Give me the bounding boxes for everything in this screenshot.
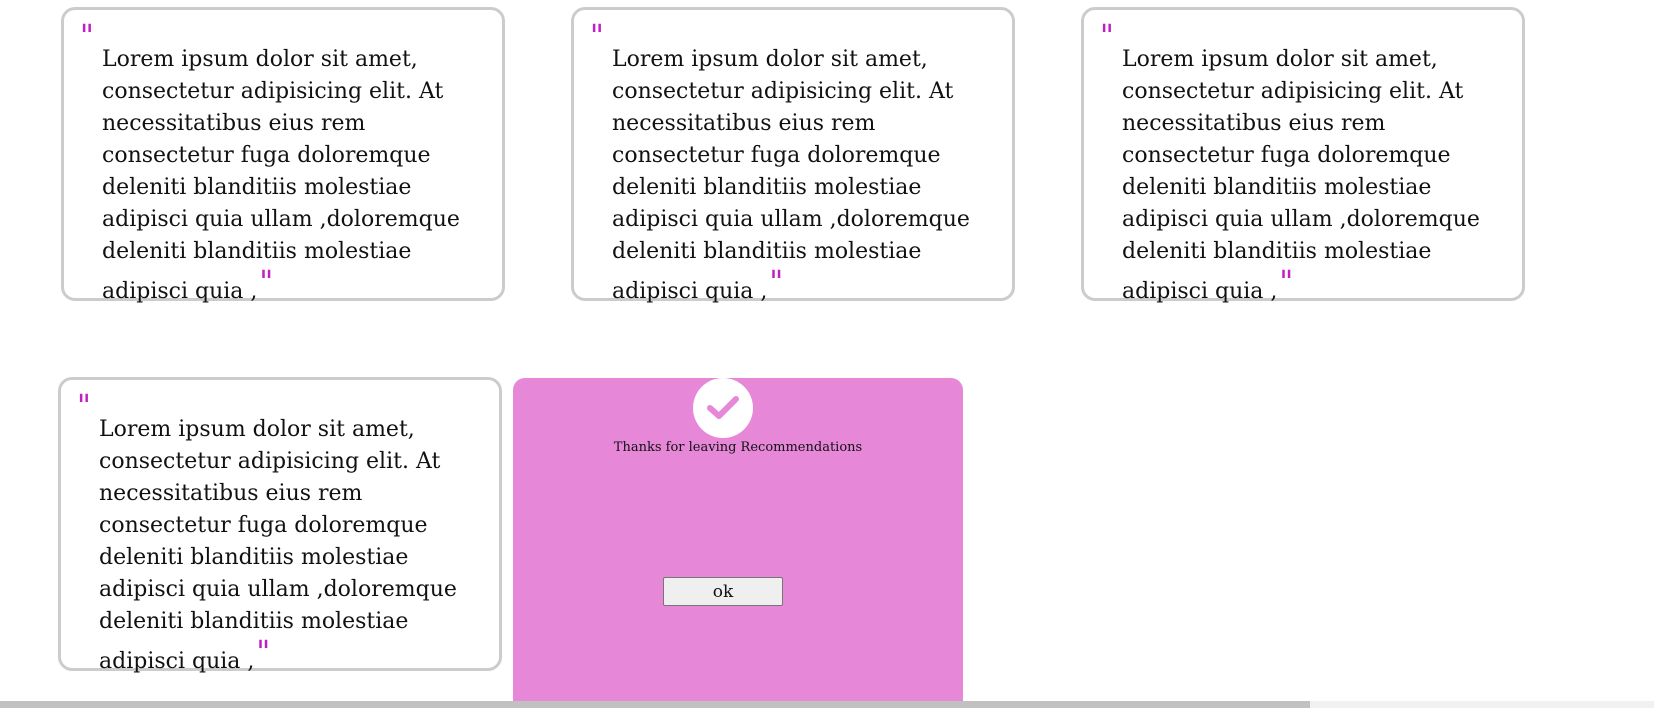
recommendation-card: " Lorem ipsum dolor sit amet, consectetu…: [58, 377, 502, 674]
recommendation-body: Lorem ipsum dolor sit amet, consectetur …: [99, 417, 457, 674]
scrollbar-thumb[interactable]: [0, 701, 1310, 708]
open-quote-icon: ": [590, 19, 604, 54]
open-quote-icon: ": [1100, 19, 1114, 54]
recommendation-body: Lorem ipsum dolor sit amet, consectetur …: [612, 47, 970, 304]
page: " Lorem ipsum dolor sit amet, consectetu…: [0, 0, 1654, 708]
recommendation-text: Lorem ipsum dolor sit amet, consectetur …: [102, 44, 498, 308]
check-icon: [693, 378, 753, 438]
horizontal-scrollbar[interactable]: [0, 701, 1654, 708]
open-quote-icon: ": [77, 389, 91, 424]
recommendation-card: " Lorem ipsum dolor sit amet, consectetu…: [61, 7, 505, 304]
recommendation-text: Lorem ipsum dolor sit amet, consectetur …: [1122, 44, 1518, 308]
close-quote-icon: ": [1279, 265, 1294, 300]
recommendation-body: Lorem ipsum dolor sit amet, consectetur …: [102, 47, 460, 304]
recommendation-text: Lorem ipsum dolor sit amet, consectetur …: [99, 414, 495, 678]
recommendation-card: " Lorem ipsum dolor sit amet, consectetu…: [1081, 7, 1525, 304]
recommendation-body: Lorem ipsum dolor sit amet, consectetur …: [1122, 47, 1480, 304]
checkmark-glyph: [707, 396, 739, 419]
confirmation-dialog: Thanks for leaving Recommendations ok: [513, 378, 963, 701]
open-quote-icon: ": [80, 19, 94, 54]
recommendation-card: " Lorem ipsum dolor sit amet, consectetu…: [571, 7, 1015, 304]
close-quote-icon: ": [769, 265, 784, 300]
ok-button[interactable]: ok: [663, 577, 783, 606]
close-quote-icon: ": [256, 635, 271, 670]
close-quote-icon: ": [259, 265, 274, 300]
dialog-message: Thanks for leaving Recommendations: [613, 440, 863, 455]
recommendation-text: Lorem ipsum dolor sit amet, consectetur …: [612, 44, 1008, 308]
